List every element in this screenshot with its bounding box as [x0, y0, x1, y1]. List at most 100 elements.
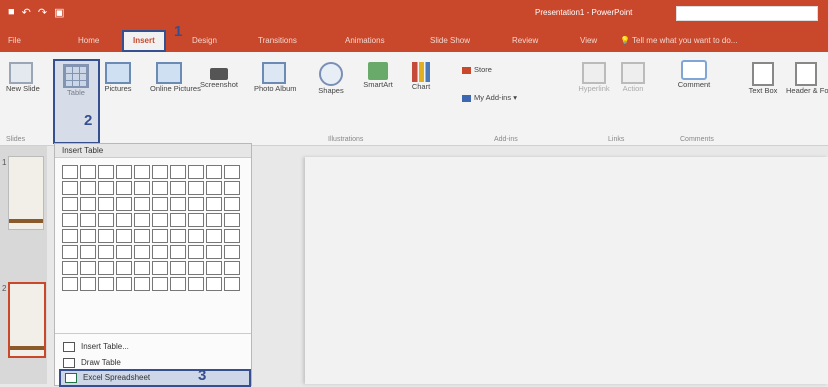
tab-slide-show[interactable]: Slide Show [430, 36, 470, 45]
table-grid-cell[interactable] [188, 165, 204, 179]
tab-review[interactable]: Review [512, 36, 538, 45]
table-grid-cell[interactable] [188, 181, 204, 195]
table-grid-cell[interactable] [134, 245, 150, 259]
table-size-grid[interactable] [62, 165, 240, 291]
table-grid-cell[interactable] [116, 181, 132, 195]
table-grid-cell[interactable] [98, 229, 114, 243]
table-grid-cell[interactable] [134, 213, 150, 227]
table-grid-cell[interactable] [116, 245, 132, 259]
table-grid-cell[interactable] [224, 181, 240, 195]
table-grid-cell[interactable] [62, 245, 78, 259]
table-grid-cell[interactable] [98, 165, 114, 179]
present-icon[interactable]: ▣ [54, 6, 64, 19]
hyperlink-button[interactable]: Hyperlink [572, 62, 616, 93]
tab-design[interactable]: Design [192, 36, 217, 45]
table-grid-cell[interactable] [206, 277, 222, 291]
table-grid-cell[interactable] [206, 229, 222, 243]
table-grid-cell[interactable] [206, 213, 222, 227]
pictures-button[interactable]: Pictures [100, 62, 136, 93]
excel-spreadsheet-menu-item[interactable]: Excel Spreadsheet [59, 369, 251, 387]
table-grid-cell[interactable] [224, 229, 240, 243]
header-footer-button[interactable]: Header & Footer [786, 62, 828, 95]
comment-button[interactable]: Comment [672, 60, 716, 89]
table-grid-cell[interactable] [170, 197, 186, 211]
tab-file[interactable]: File [8, 36, 21, 45]
table-grid-cell[interactable] [206, 165, 222, 179]
table-grid-cell[interactable] [134, 197, 150, 211]
table-grid-cell[interactable] [116, 229, 132, 243]
table-grid-cell[interactable] [80, 277, 96, 291]
table-grid-cell[interactable] [116, 213, 132, 227]
table-grid-cell[interactable] [188, 229, 204, 243]
table-grid-cell[interactable] [80, 245, 96, 259]
text-box-button[interactable]: Text Box [748, 62, 778, 95]
screenshot-button[interactable]: Screenshot [198, 62, 240, 89]
table-grid-cell[interactable] [62, 229, 78, 243]
table-grid-cell[interactable] [224, 165, 240, 179]
table-grid-cell[interactable] [188, 261, 204, 275]
table-grid-cell[interactable] [134, 181, 150, 195]
table-grid-cell[interactable] [188, 245, 204, 259]
table-grid-cell[interactable] [152, 277, 168, 291]
table-grid-cell[interactable] [80, 213, 96, 227]
undo-icon[interactable]: ↶ [22, 6, 31, 19]
table-grid-cell[interactable] [170, 181, 186, 195]
table-grid-cell[interactable] [170, 277, 186, 291]
table-grid-cell[interactable] [224, 261, 240, 275]
table-grid-cell[interactable] [188, 277, 204, 291]
table-grid-cell[interactable] [62, 165, 78, 179]
online-pictures-button[interactable]: Online Pictures [150, 62, 201, 93]
tab-insert[interactable]: Insert [122, 30, 166, 52]
table-grid-cell[interactable] [152, 197, 168, 211]
table-grid-cell[interactable] [80, 229, 96, 243]
new-slide-button[interactable]: New Slide [6, 62, 40, 93]
insert-table-menu-item[interactable]: Insert Table... [59, 340, 247, 354]
title-search-box[interactable] [676, 6, 818, 21]
table-grid-cell[interactable] [134, 165, 150, 179]
table-grid-cell[interactable] [116, 165, 132, 179]
table-grid-cell[interactable] [206, 261, 222, 275]
table-grid-cell[interactable] [116, 261, 132, 275]
table-grid-cell[interactable] [98, 197, 114, 211]
table-grid-cell[interactable] [224, 277, 240, 291]
table-grid-cell[interactable] [152, 165, 168, 179]
slide-thumbnail-1[interactable] [8, 156, 44, 230]
table-grid-cell[interactable] [152, 213, 168, 227]
draw-table-menu-item[interactable]: Draw Table [59, 356, 247, 370]
tab-view[interactable]: View [580, 36, 597, 45]
smartart-button[interactable]: SmartArt [358, 62, 398, 89]
table-grid-cell[interactable] [152, 181, 168, 195]
my-addins-button[interactable]: My Add-ins ▾ [462, 93, 517, 102]
slide-thumbnail-2[interactable] [8, 282, 46, 358]
table-grid-cell[interactable] [134, 261, 150, 275]
table-grid-cell[interactable] [188, 197, 204, 211]
redo-icon[interactable]: ↷ [38, 6, 47, 19]
table-grid-cell[interactable] [134, 277, 150, 291]
table-grid-cell[interactable] [98, 181, 114, 195]
table-grid-cell[interactable] [206, 197, 222, 211]
table-grid-cell[interactable] [80, 181, 96, 195]
tab-home[interactable]: Home [78, 36, 99, 45]
tell-me-box[interactable]: 💡 Tell me what you want to do... [620, 36, 737, 45]
table-grid-cell[interactable] [170, 229, 186, 243]
table-grid-cell[interactable] [134, 229, 150, 243]
table-grid-cell[interactable] [98, 261, 114, 275]
table-grid-cell[interactable] [224, 245, 240, 259]
table-grid-cell[interactable] [170, 245, 186, 259]
table-grid-cell[interactable] [116, 197, 132, 211]
table-grid-cell[interactable] [98, 245, 114, 259]
table-grid-cell[interactable] [170, 213, 186, 227]
tab-animations[interactable]: Animations [345, 36, 385, 45]
table-grid-cell[interactable] [170, 261, 186, 275]
chart-button[interactable]: Chart [404, 62, 438, 91]
photo-album-button[interactable]: Photo Album [254, 62, 297, 93]
table-grid-cell[interactable] [80, 165, 96, 179]
table-grid-cell[interactable] [62, 197, 78, 211]
table-grid-cell[interactable] [98, 277, 114, 291]
shapes-button[interactable]: Shapes [315, 62, 347, 95]
table-grid-cell[interactable] [224, 213, 240, 227]
table-grid-cell[interactable] [224, 197, 240, 211]
table-grid-cell[interactable] [152, 229, 168, 243]
table-grid-cell[interactable] [80, 197, 96, 211]
table-grid-cell[interactable] [62, 213, 78, 227]
